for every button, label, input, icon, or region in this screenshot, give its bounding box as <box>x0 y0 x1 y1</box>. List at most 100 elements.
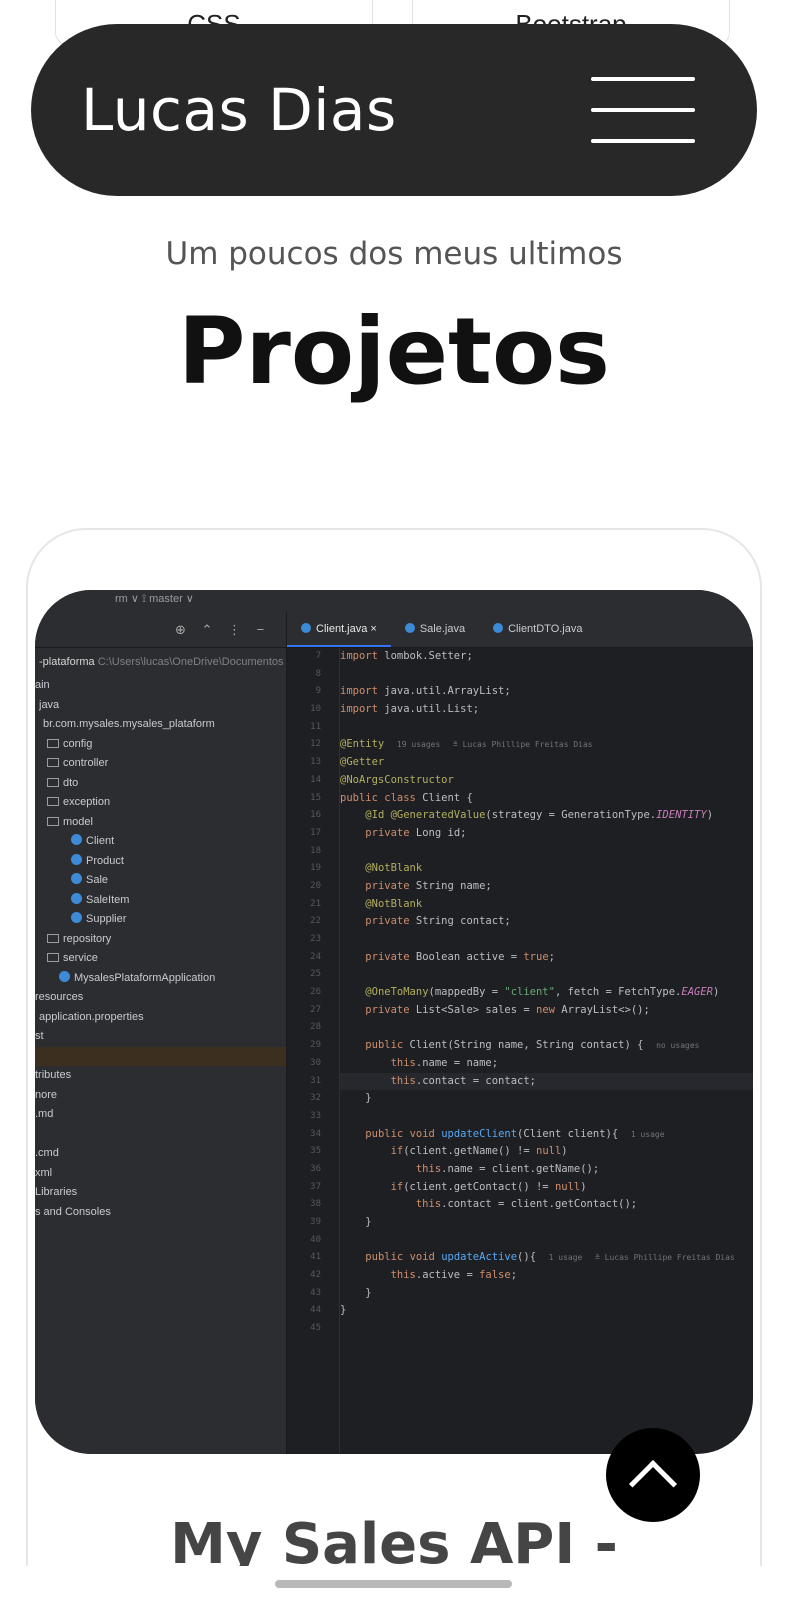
folder-icon <box>47 816 59 826</box>
folder-icon <box>47 797 59 806</box>
tree-item[interactable]: ain <box>35 676 286 696</box>
folder-icon <box>47 738 59 748</box>
tree-item[interactable]: application.properties <box>35 1008 286 1028</box>
project-root: -plataforma C:\Users\lucas\OneDrive\Docu… <box>35 648 286 676</box>
tree-item[interactable]: Product <box>35 852 286 872</box>
code-line: @NoArgsConstructor <box>340 773 454 786</box>
project-title: My Sales API - <box>170 1512 618 1568</box>
code-line: @Entity 19 usages ≗ Lucas Phillipe Freit… <box>340 738 593 751</box>
scroll-to-top-button[interactable] <box>606 1428 700 1522</box>
project-tree: ain java br.com.mysales.mysales_plataform c… <box>35 676 286 1222</box>
tree-item[interactable]: exception <box>35 793 286 813</box>
line-number: 42 <box>310 1270 321 1281</box>
line-number: 26 <box>310 987 321 998</box>
tree-item[interactable]: xml <box>35 1164 286 1184</box>
line-number: 31 <box>310 1075 321 1086</box>
line-number: 9 <box>315 686 321 697</box>
line-number: 14 <box>310 774 321 785</box>
project-name: -plataforma <box>39 656 95 668</box>
tree-item[interactable]: Client <box>35 832 286 852</box>
code-line: public void updateClient(Client client){… <box>365 1127 665 1140</box>
code-line: private Boolean active = true; <box>365 950 555 963</box>
line-number: 10 <box>310 704 321 715</box>
hamburger-icon[interactable] <box>591 77 695 143</box>
ide-top-bar: rm ∨ ⟟ master ∨ <box>35 590 753 612</box>
brand-name[interactable]: Lucas Dias <box>81 76 397 144</box>
tree-item[interactable]: s and Consoles <box>35 1203 286 1223</box>
code-line: private List<Sale> sales = new ArrayList… <box>365 1003 650 1016</box>
code-line: import lombok.Setter; <box>340 650 473 662</box>
tree-item[interactable]: service <box>35 949 286 969</box>
line-number: 30 <box>310 1057 321 1068</box>
java-class-icon <box>71 853 82 865</box>
code-line: private Long id; <box>365 826 467 839</box>
navbar: Lucas Dias <box>31 24 757 196</box>
project-screenshot: rm ∨ ⟟ master ∨ ⊕ ⌃ ⋮ − -plataforma C:\U… <box>35 590 753 1454</box>
folder-icon <box>47 777 59 787</box>
tree-item[interactable]: nore <box>35 1086 286 1106</box>
line-number: 45 <box>310 1323 321 1334</box>
code-line: this.contact = client.getContact(); <box>415 1198 638 1211</box>
tree-item[interactable]: controller <box>35 754 286 774</box>
java-class-icon <box>59 970 70 982</box>
code-line: this.contact = contact; <box>340 1072 753 1091</box>
code-line: if(client.getName() != null) <box>390 1145 568 1158</box>
tree-item[interactable]: repository <box>35 930 286 950</box>
java-class-icon <box>71 912 82 923</box>
line-number: 44 <box>310 1305 321 1316</box>
tree-item[interactable]: .md <box>35 1105 286 1125</box>
code-line: @Getter <box>340 756 385 769</box>
code-line: @Id @GeneratedValue(strategy = Generatio… <box>365 809 714 822</box>
home-indicator[interactable] <box>275 1580 512 1588</box>
tree-item[interactable]: Supplier <box>35 910 286 930</box>
tree-item[interactable] <box>35 1125 286 1145</box>
tree-item[interactable]: model <box>35 813 286 833</box>
line-number: 16 <box>310 810 321 821</box>
line-number: 25 <box>310 969 321 980</box>
line-number: 34 <box>310 1128 321 1139</box>
editor-tab[interactable]: Client.java × <box>287 612 391 647</box>
code-line: import java.util.ArrayList; <box>340 685 511 698</box>
tree-item[interactable]: Sale <box>35 871 286 891</box>
tree-item[interactable]: SaleItem <box>35 891 286 911</box>
tree-item[interactable]: st <box>35 1027 286 1047</box>
hamburger-bar <box>591 139 695 143</box>
line-number: 12 <box>310 739 321 750</box>
tree-item[interactable]: java <box>35 696 286 716</box>
line-number: 41 <box>310 1252 321 1263</box>
line-number: 20 <box>310 880 321 891</box>
code-line: this.name = name; <box>390 1056 499 1069</box>
code-line: } <box>340 1216 372 1228</box>
tree-item[interactable]: config <box>35 735 286 755</box>
line-number: 36 <box>310 1163 321 1174</box>
editor-tab[interactable]: Sale.java <box>391 612 479 647</box>
editor-tabs: Client.java × Sale.java ClientDTO.java <box>287 612 753 648</box>
line-number: 11 <box>310 721 321 732</box>
line-number: 38 <box>310 1199 321 1210</box>
tree-item[interactable]: dto <box>35 774 286 794</box>
code-line: import java.util.List; <box>340 703 480 716</box>
tree-item[interactable] <box>35 1046 286 1066</box>
code-line: if(client.getContact() != null) <box>390 1180 587 1193</box>
editor-tab[interactable]: ClientDTO.java <box>479 612 596 647</box>
chevron-up-icon <box>628 1459 678 1509</box>
line-number: 29 <box>310 1040 321 1051</box>
tree-item[interactable]: tributes <box>35 1066 286 1086</box>
line-number: 18 <box>310 845 321 856</box>
tree-item[interactable]: Libraries <box>35 1183 286 1203</box>
tree-item[interactable]: resources <box>35 988 286 1008</box>
code-line: this.active = false; <box>390 1269 518 1282</box>
line-number: 17 <box>310 827 321 838</box>
tree-item[interactable]: .cmd <box>35 1144 286 1164</box>
line-number: 23 <box>310 934 321 944</box>
java-class-icon <box>71 892 82 904</box>
tree-item[interactable]: br.com.mysales.mysales_plataform <box>35 715 286 735</box>
tree-item[interactable]: MysalesPlataformApplication <box>35 969 286 989</box>
project-path: C:\Users\lucas\OneDrive\Documentos <box>97 656 284 668</box>
code-line: public void updateActive(){ 1 usage ≗ Lu… <box>365 1251 735 1264</box>
